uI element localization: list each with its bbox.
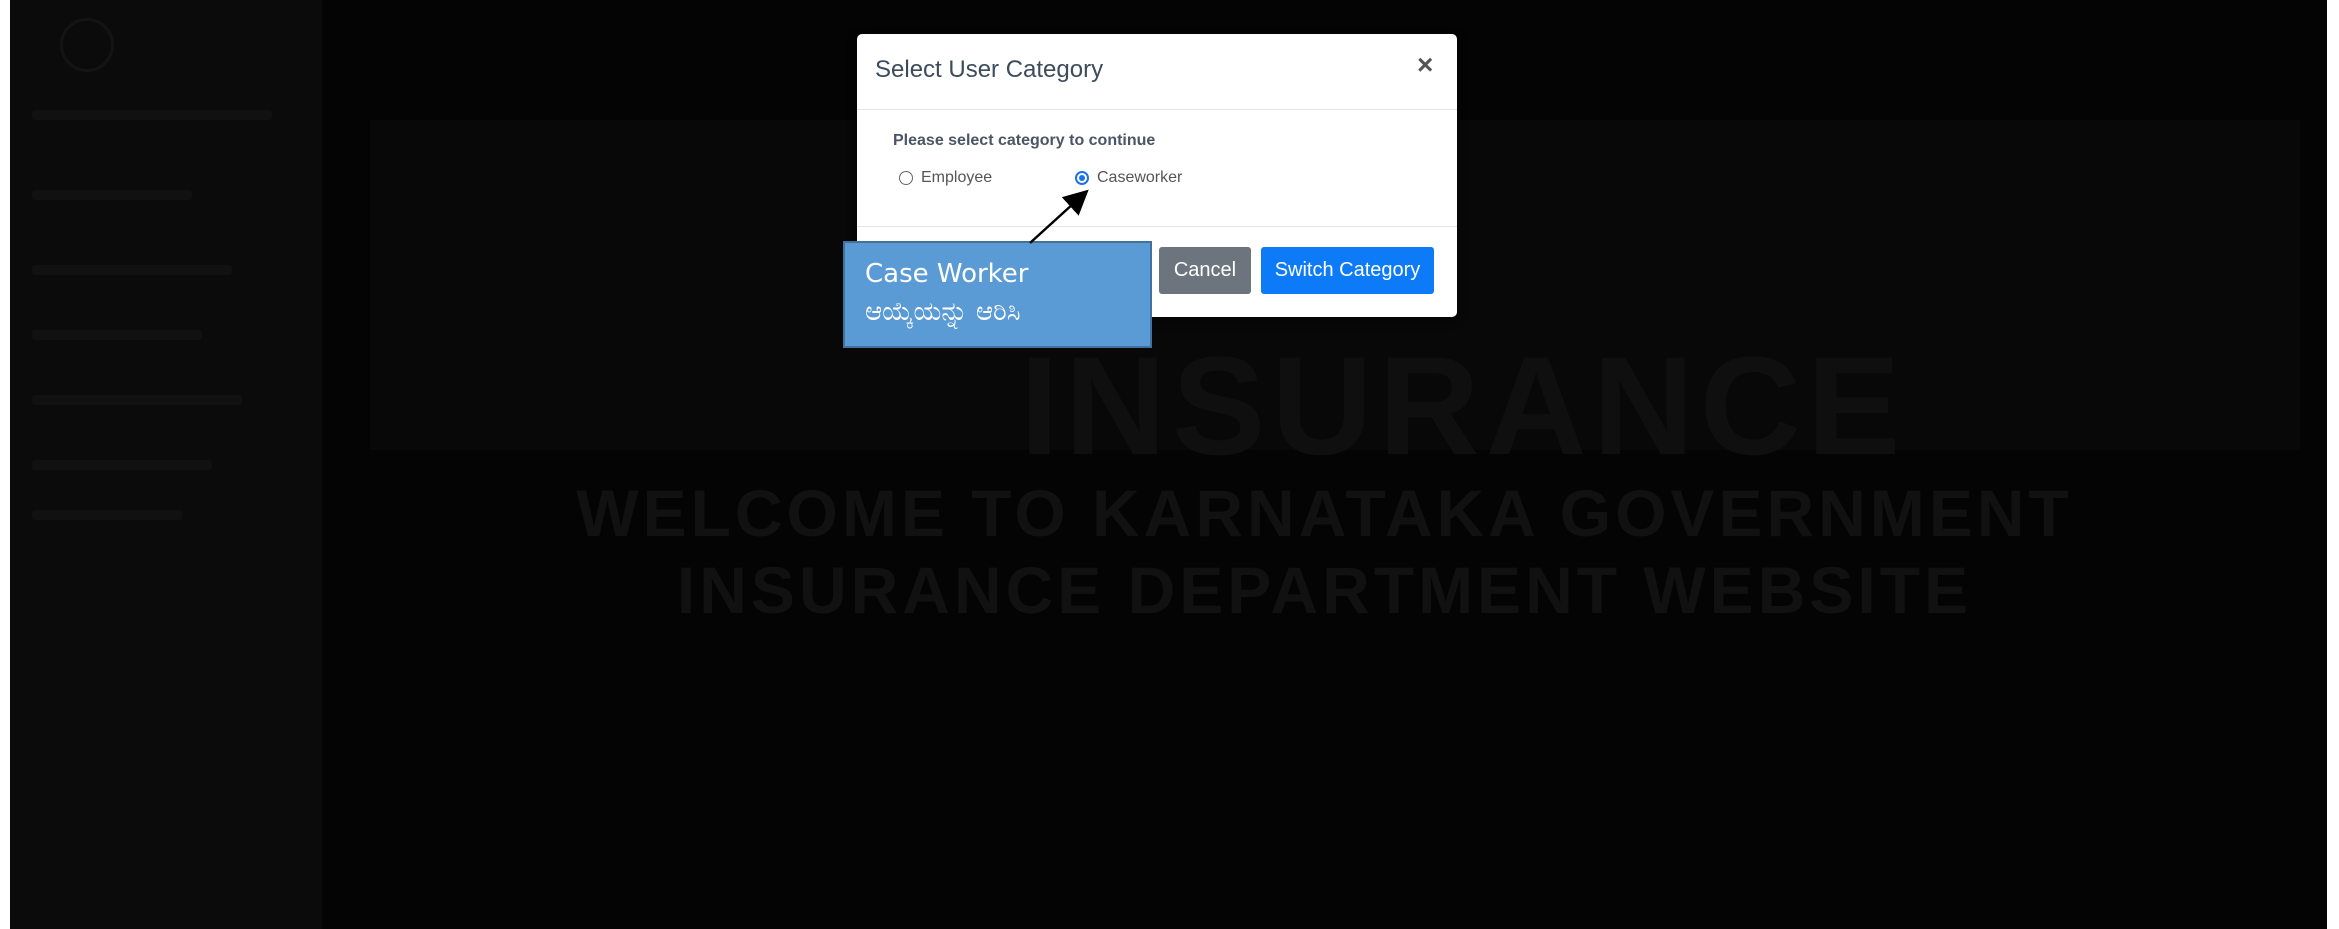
- employee-radio[interactable]: [899, 171, 913, 185]
- category-prompt: Please select category to continue: [893, 132, 1156, 149]
- sidebar-menu-item: [32, 395, 242, 405]
- modal-footer-divider: [857, 226, 1457, 227]
- radio-option-employee[interactable]: Employee: [899, 169, 992, 187]
- welcome-heading-line1: WELCOME TO KARNATAKA GOVERNMENT: [576, 476, 2073, 550]
- switch-category-button[interactable]: Switch Category: [1261, 247, 1434, 294]
- site-logo: [60, 18, 114, 72]
- welcome-heading-line2: INSURANCE DEPARTMENT WEBSITE: [676, 553, 1973, 627]
- cancel-button[interactable]: Cancel: [1159, 247, 1251, 294]
- sidebar-menu-item: [32, 330, 202, 340]
- modal-title: Select User Category: [875, 56, 1104, 83]
- callout-text-kannada: ಆಯ್ಕೆಯನ್ನು ಆರಿಸಿ: [865, 297, 1021, 327]
- sidebar-menu-item: [32, 460, 212, 470]
- annotation-callout: Case Worker ಆಯ್ಕೆಯನ್ನು ಆರಿಸಿ: [843, 241, 1152, 348]
- sidebar-menu-item: [32, 265, 232, 275]
- employee-radio-label: Employee: [921, 169, 993, 186]
- modal-header: Select User Category ×: [857, 34, 1457, 110]
- close-icon[interactable]: ×: [1417, 51, 1433, 79]
- sidebar-menu-item: [32, 190, 192, 200]
- caseworker-radio[interactable]: [1075, 171, 1089, 185]
- sidebar-menu-item: [32, 510, 182, 520]
- sidebar: [10, 0, 322, 929]
- caseworker-radio-label: Caseworker: [1097, 169, 1183, 186]
- callout-text-english: Case Worker: [865, 259, 1029, 289]
- radio-option-caseworker[interactable]: Caseworker: [1075, 169, 1182, 187]
- hero-banner-text: INSURANCE: [1020, 327, 1907, 484]
- sidebar-menu-item: [32, 110, 272, 120]
